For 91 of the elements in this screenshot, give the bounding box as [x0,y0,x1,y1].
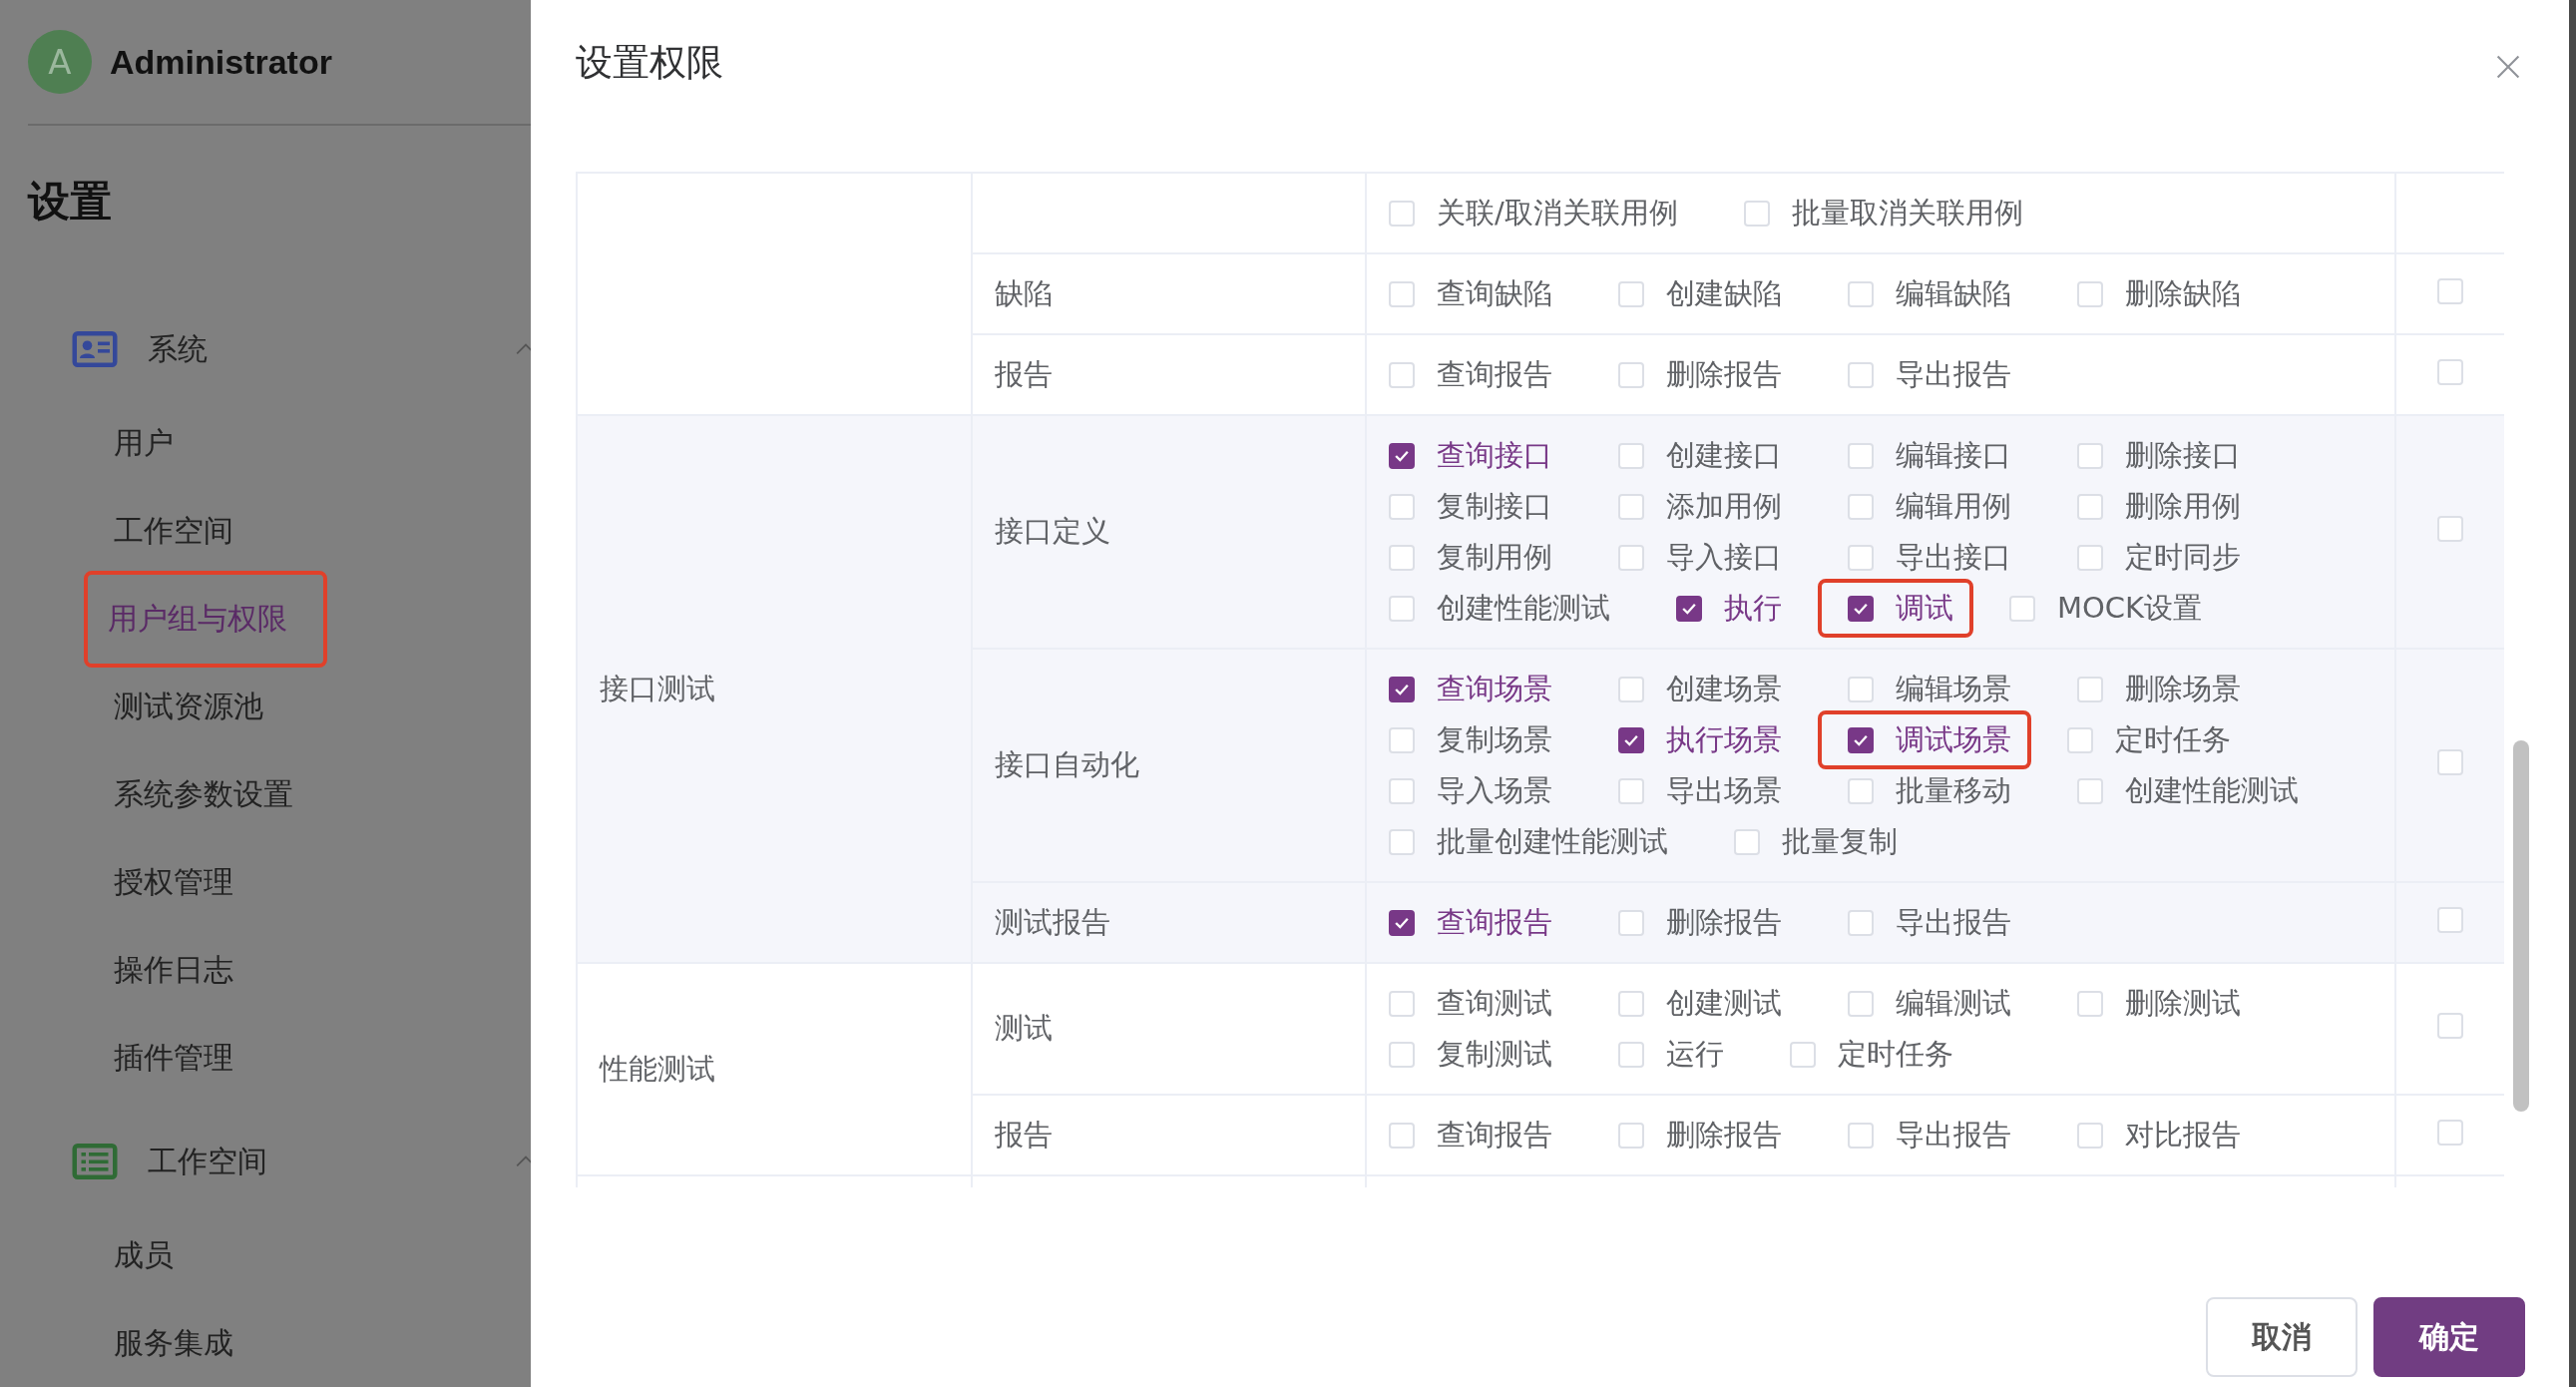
permission-checkbox[interactable]: 创建场景 [1618,664,1782,714]
permission-checkbox[interactable]: 编辑测试 [1848,978,2011,1029]
list-icon [72,1144,118,1179]
select-all-checkbox[interactable] [2437,1119,2463,1146]
permission-checkbox[interactable]: 定时同步 [2077,532,2241,583]
menu-item[interactable]: 成员 [114,1234,174,1276]
permission-checkbox[interactable]: 导出报告 [1848,349,2011,400]
select-all-checkbox[interactable] [2437,516,2463,542]
dialog-title: 设置权限 [576,40,723,86]
menu-item[interactable]: 授权管理 [114,861,233,903]
permission-checkbox[interactable]: 删除缺陷 [2077,268,2241,319]
permission-checkbox[interactable]: 复制测试 [1389,1029,1552,1080]
permission-checkbox[interactable]: 查询报告 [1389,349,1552,400]
permission-checkbox[interactable]: MOCK设置 [2009,583,2203,634]
permission-checkbox[interactable]: 查询接口 [1389,430,1552,481]
permission-checkbox[interactable]: 批量复制 [1734,816,1898,867]
permission-checkbox[interactable]: 定时任务 [1790,1029,1953,1080]
permission-checkbox[interactable]: 批量移动 [1848,765,2011,816]
permission-checkbox[interactable]: 编辑场景 [1848,664,2011,714]
chevron-icon[interactable] [515,342,531,356]
permission-checkbox[interactable]: 复制用例 [1389,532,1552,583]
permission-checkbox[interactable]: 定时任务 [2067,714,2231,765]
permission-checkbox[interactable]: 批量创建性能测试 [1389,816,1668,867]
menu-item[interactable]: 测试资源池 [114,686,263,727]
menu-group[interactable]: 系统 [148,328,515,370]
permission-checkbox[interactable]: 导出报告 [1848,1110,2011,1160]
menu-item[interactable]: 操作日志 [114,949,233,991]
permission-checkbox[interactable]: 删除报告 [1618,1110,1782,1160]
confirm-button[interactable]: 确定 [2373,1297,2525,1377]
permission-checkbox[interactable]: 导入接口 [1618,532,1782,583]
select-all-checkbox[interactable] [2437,1013,2463,1039]
menu-item[interactable]: 服务集成 [114,1322,233,1364]
permission-checkbox[interactable]: 创建接口 [1618,430,1782,481]
permission-checkbox[interactable]: 删除报告 [1618,349,1782,400]
permission-checkbox[interactable]: 导出场景 [1618,765,1782,816]
permission-checkbox[interactable]: 编辑用例 [1848,481,2011,532]
permission-checkbox[interactable]: 批量取消关联用例 [1743,188,2023,238]
permission-checkbox[interactable]: 调试场景 [1848,714,2011,765]
menu-item[interactable]: 插件管理 [114,1037,233,1079]
sidebar-title: 设置 [28,176,113,228]
id-card-icon [72,331,118,367]
permission-checkbox[interactable]: 导出报告 [1848,897,2011,948]
permission-checkbox[interactable]: 编辑缺陷 [1848,268,2011,319]
permission-checkbox[interactable]: 删除场景 [2077,664,2241,714]
avatar: A [28,30,92,94]
chevron-icon[interactable] [515,1155,531,1168]
permission-checkbox[interactable]: 创建性能测试 [2077,765,2299,816]
permission-checkbox[interactable]: 查询报告 [1389,1110,1552,1160]
permission-checkbox[interactable]: 查询报告 [1389,897,1552,948]
permission-checkbox[interactable]: 执行场景 [1618,714,1782,765]
permission-checkbox[interactable]: 删除报告 [1618,897,1782,948]
cancel-button[interactable]: 取消 [2206,1297,2358,1377]
permission-checkbox[interactable]: 运行 [1618,1029,1724,1080]
select-all-checkbox[interactable] [2437,749,2463,775]
permission-checkbox[interactable]: 查询测试 [1389,978,1552,1029]
table-cell: 接口定义 [995,514,1110,548]
permission-checkbox[interactable]: 查询缺陷 [1389,268,1552,319]
permission-checkbox[interactable]: 添加用例 [1618,481,1782,532]
permission-checkbox[interactable]: 创建缺陷 [1618,268,1782,319]
table-cell: 接口测试 [600,671,715,705]
permission-checkbox[interactable]: 对比报告 [2077,1110,2241,1160]
select-all-checkbox[interactable] [2437,906,2463,933]
permission-checkbox[interactable]: 调试 [1848,583,1953,634]
table-cell: 报告 [995,356,1053,391]
permission-checkbox[interactable]: 删除测试 [2077,978,2241,1029]
permission-checkbox[interactable]: 创建测试 [1618,978,1782,1029]
select-all-checkbox[interactable] [2437,277,2463,304]
permission-checkbox[interactable]: 复制接口 [1389,481,1552,532]
menu-item[interactable]: 工作空间 [114,510,233,552]
menu-item[interactable]: 用户 [114,422,174,464]
permission-checkbox[interactable]: 查询场景 [1389,664,1552,714]
permission-checkbox[interactable]: 导出接口 [1848,532,2011,583]
table-cell: 接口自动化 [995,747,1139,781]
table-cell: 测试 [995,1011,1053,1045]
table-cell: 性能测试 [600,1051,715,1086]
permission-checkbox[interactable]: 删除接口 [2077,430,2241,481]
permission-checkbox[interactable]: 执行 [1676,583,1782,634]
table-cell: 测试报告 [995,904,1110,939]
permission-checkbox[interactable]: 复制场景 [1389,714,1552,765]
permission-checkbox[interactable]: 导入场景 [1389,765,1552,816]
table-cell: 报告 [995,1117,1053,1152]
select-all-checkbox[interactable] [2437,358,2463,385]
table-cell: 缺陷 [995,275,1053,310]
close-icon[interactable] [2495,54,2521,80]
permission-checkbox[interactable]: 创建性能测试 [1389,583,1610,634]
user-name: Administrator [110,42,332,82]
menu-group[interactable]: 工作空间 [148,1141,515,1182]
menu-item[interactable]: 系统参数设置 [114,773,293,815]
permission-checkbox[interactable]: 删除用例 [2077,481,2241,532]
permission-checkbox[interactable]: 关联/取消关联用例 [1389,188,1678,238]
permission-checkbox[interactable]: 编辑接口 [1848,430,2011,481]
